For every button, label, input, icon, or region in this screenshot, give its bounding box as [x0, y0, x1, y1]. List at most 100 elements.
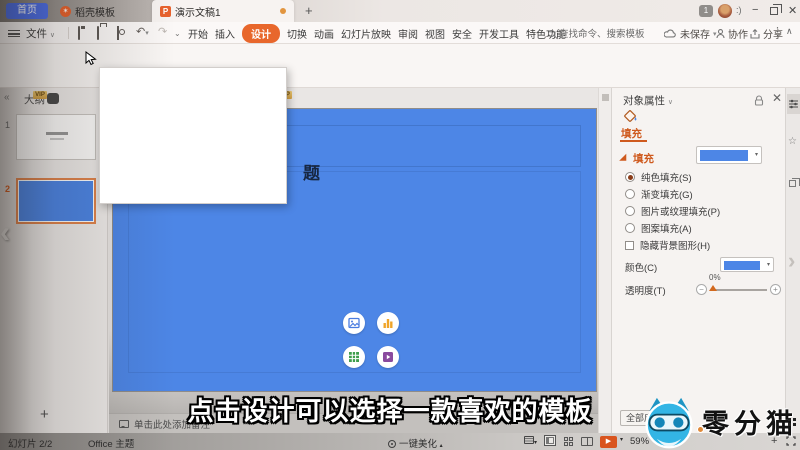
menu-items: 开始插入设计切换动画幻灯片放映审阅视图安全开发工具特色功能 [188, 22, 566, 44]
hamburger-icon[interactable] [8, 30, 20, 37]
transparency-slider[interactable] [711, 289, 767, 291]
user-avatar[interactable] [718, 4, 732, 18]
home-tab[interactable]: 首页 [6, 3, 48, 19]
insert-chart-icon[interactable] [377, 312, 399, 334]
radio-gradient-fill[interactable]: 渐变填充(G) [625, 187, 693, 201]
radio-picture-texture-fill[interactable]: 图片或纹理填充(P) [625, 204, 720, 218]
color-swatch [724, 261, 760, 270]
tab-docer-templates[interactable]: ✶ 稻壳模板 [52, 0, 152, 22]
menu-item-设计[interactable]: 设计 [242, 24, 280, 43]
expand-chevron-icon[interactable]: › [788, 248, 795, 274]
play-options-caret[interactable]: ▾ [620, 436, 623, 443]
menu-item-插入[interactable]: 插入 [215, 26, 235, 41]
mouse-cursor [85, 51, 97, 67]
save-icon[interactable] [78, 26, 80, 40]
radio-pattern-fill[interactable]: 图案填充(A) [625, 221, 692, 235]
menu-item-幻灯片放映[interactable]: 幻灯片放映 [341, 26, 391, 41]
properties-strip-button[interactable] [787, 94, 800, 114]
wps-presentation-window: 首页 ✶ 稻壳模板 P 演示文稿1 + 1 :) − ✕ 文件 ∨ ↶▾ ↷ ⌄… [0, 0, 800, 450]
lock-icon[interactable] [754, 93, 764, 111]
insert-video-icon[interactable] [377, 346, 399, 368]
redo-icon[interactable]: ↷ [158, 27, 167, 37]
color-label: 颜色(C) [625, 260, 657, 274]
radio-solid-fill[interactable]: 纯色填充(S) [625, 170, 692, 184]
transparency-plus-button[interactable]: + [770, 284, 781, 295]
menu-item-审阅[interactable]: 审阅 [398, 26, 418, 41]
slide-outline-panel: « 大纲 1 2 ‹ + [0, 88, 108, 433]
presentation-file-icon: P [160, 6, 171, 17]
insert-table-icon[interactable] [343, 346, 365, 368]
reading-view-icon[interactable] [581, 437, 593, 449]
print-preview-icon[interactable] [117, 26, 119, 40]
slide-indicator: 幻灯片 2/2 [8, 436, 52, 450]
collapse-ribbon-icon[interactable]: ∧ [786, 26, 793, 37]
theme-name: Office 主题 [88, 436, 134, 450]
watermark-grid-icon [788, 418, 797, 427]
canvas-scrollbar[interactable] [598, 88, 611, 433]
command-search[interactable]: 查找命令、搜索模板 [548, 26, 645, 40]
checkbox-hide-background[interactable]: 隐藏背景图形(H) [625, 238, 710, 252]
unsaved-dot-icon [280, 8, 286, 14]
vip-badge: VIP [33, 91, 47, 99]
panel-title: 对象属性 ∨ [623, 93, 673, 108]
fill-color-dropdown[interactable]: ▾ [696, 146, 762, 164]
placeholder-icons [343, 312, 399, 368]
transparency-slider-handle[interactable] [709, 285, 717, 291]
more-menu-icon[interactable]: ⋮ [772, 25, 783, 38]
save-status[interactable]: 未保存▾ [664, 26, 717, 41]
menu-item-开始[interactable]: 开始 [188, 26, 208, 41]
object-properties-panel: 对象属性 ∨ ✕ 填充 填充 ▾ 纯色填充(S) 渐变填充(G) 图片或纹理填充… [611, 88, 785, 433]
menu-item-安全[interactable]: 安全 [452, 26, 472, 41]
slide-1-thumbnail[interactable] [16, 114, 96, 160]
watermark-text: 零分猫 [702, 402, 798, 441]
side-tool-strip: ☆ › [785, 88, 800, 433]
slide-2-number: 2 [5, 184, 10, 194]
panel-collapse-icon[interactable]: « [4, 92, 10, 103]
beautify-icon [388, 440, 396, 448]
menu-item-动画[interactable]: 动画 [314, 26, 334, 41]
menu-item-视图[interactable]: 视图 [425, 26, 445, 41]
menu-bar: 文件 ∨ ↶▾ ↷ ⌄ 开始插入设计切换动画幻灯片放映审阅视图安全开发工具特色功… [0, 22, 800, 44]
notes-view-icon[interactable]: ▾ [524, 436, 537, 447]
file-menu[interactable]: 文件 ∨ [26, 26, 55, 41]
template-preview-popup [99, 67, 287, 204]
print-icon[interactable] [97, 26, 99, 40]
menu-item-开发工具[interactable]: 开发工具 [479, 26, 519, 41]
notification-badge[interactable]: 1 [699, 5, 713, 17]
transparency-minus-button[interactable]: − [696, 284, 707, 295]
minimize-button[interactable]: − [752, 4, 758, 16]
menu-item-切换[interactable]: 切换 [287, 26, 307, 41]
play-slideshow-button[interactable]: ▶ [600, 436, 617, 448]
collaborate-button[interactable]: 协作 [716, 26, 748, 41]
window-tab-bar: 首页 ✶ 稻壳模板 P 演示文稿1 + 1 :) − ✕ [0, 0, 800, 22]
close-button[interactable]: ✕ [788, 4, 797, 17]
slide-sorter-icon[interactable] [564, 437, 574, 447]
tab-presentation1[interactable]: P 演示文稿1 [152, 0, 294, 22]
fill-color-swatch [700, 150, 748, 161]
watermark: 零分猫 [640, 396, 800, 450]
docer-icon: ✶ [60, 6, 71, 17]
section-collapse-icon[interactable] [619, 154, 630, 165]
tab-fill[interactable]: 填充 [621, 126, 642, 141]
slide-2-thumbnail-selected[interactable] [16, 178, 96, 224]
outline-toggle[interactable] [47, 93, 59, 104]
selection-strip-icon[interactable] [789, 180, 796, 187]
new-tab-button[interactable]: + [305, 3, 313, 18]
panel-close-icon[interactable]: ✕ [772, 91, 782, 105]
effects-strip-icon[interactable]: ☆ [788, 136, 797, 147]
fill-section-label: 填充 [633, 151, 654, 166]
insert-picture-icon[interactable] [343, 312, 365, 334]
normal-view-icon[interactable] [544, 435, 556, 449]
beautify-button[interactable]: 一键美化 ▴ [388, 436, 443, 450]
undo-icon[interactable]: ↶▾ [136, 27, 149, 39]
transparency-label: 透明度(T) [625, 283, 666, 297]
radio-icon [625, 206, 635, 216]
restore-button[interactable] [770, 7, 778, 15]
radio-icon [625, 189, 635, 199]
prev-chevron-icon[interactable]: ‹ [0, 218, 10, 248]
more-quick-icons[interactable]: ⌄ [174, 29, 181, 39]
feedback-smiley[interactable]: :) [736, 5, 742, 15]
color-dropdown[interactable]: ▾ [720, 257, 774, 272]
sliders-icon [789, 99, 798, 109]
radio-icon [625, 172, 635, 182]
